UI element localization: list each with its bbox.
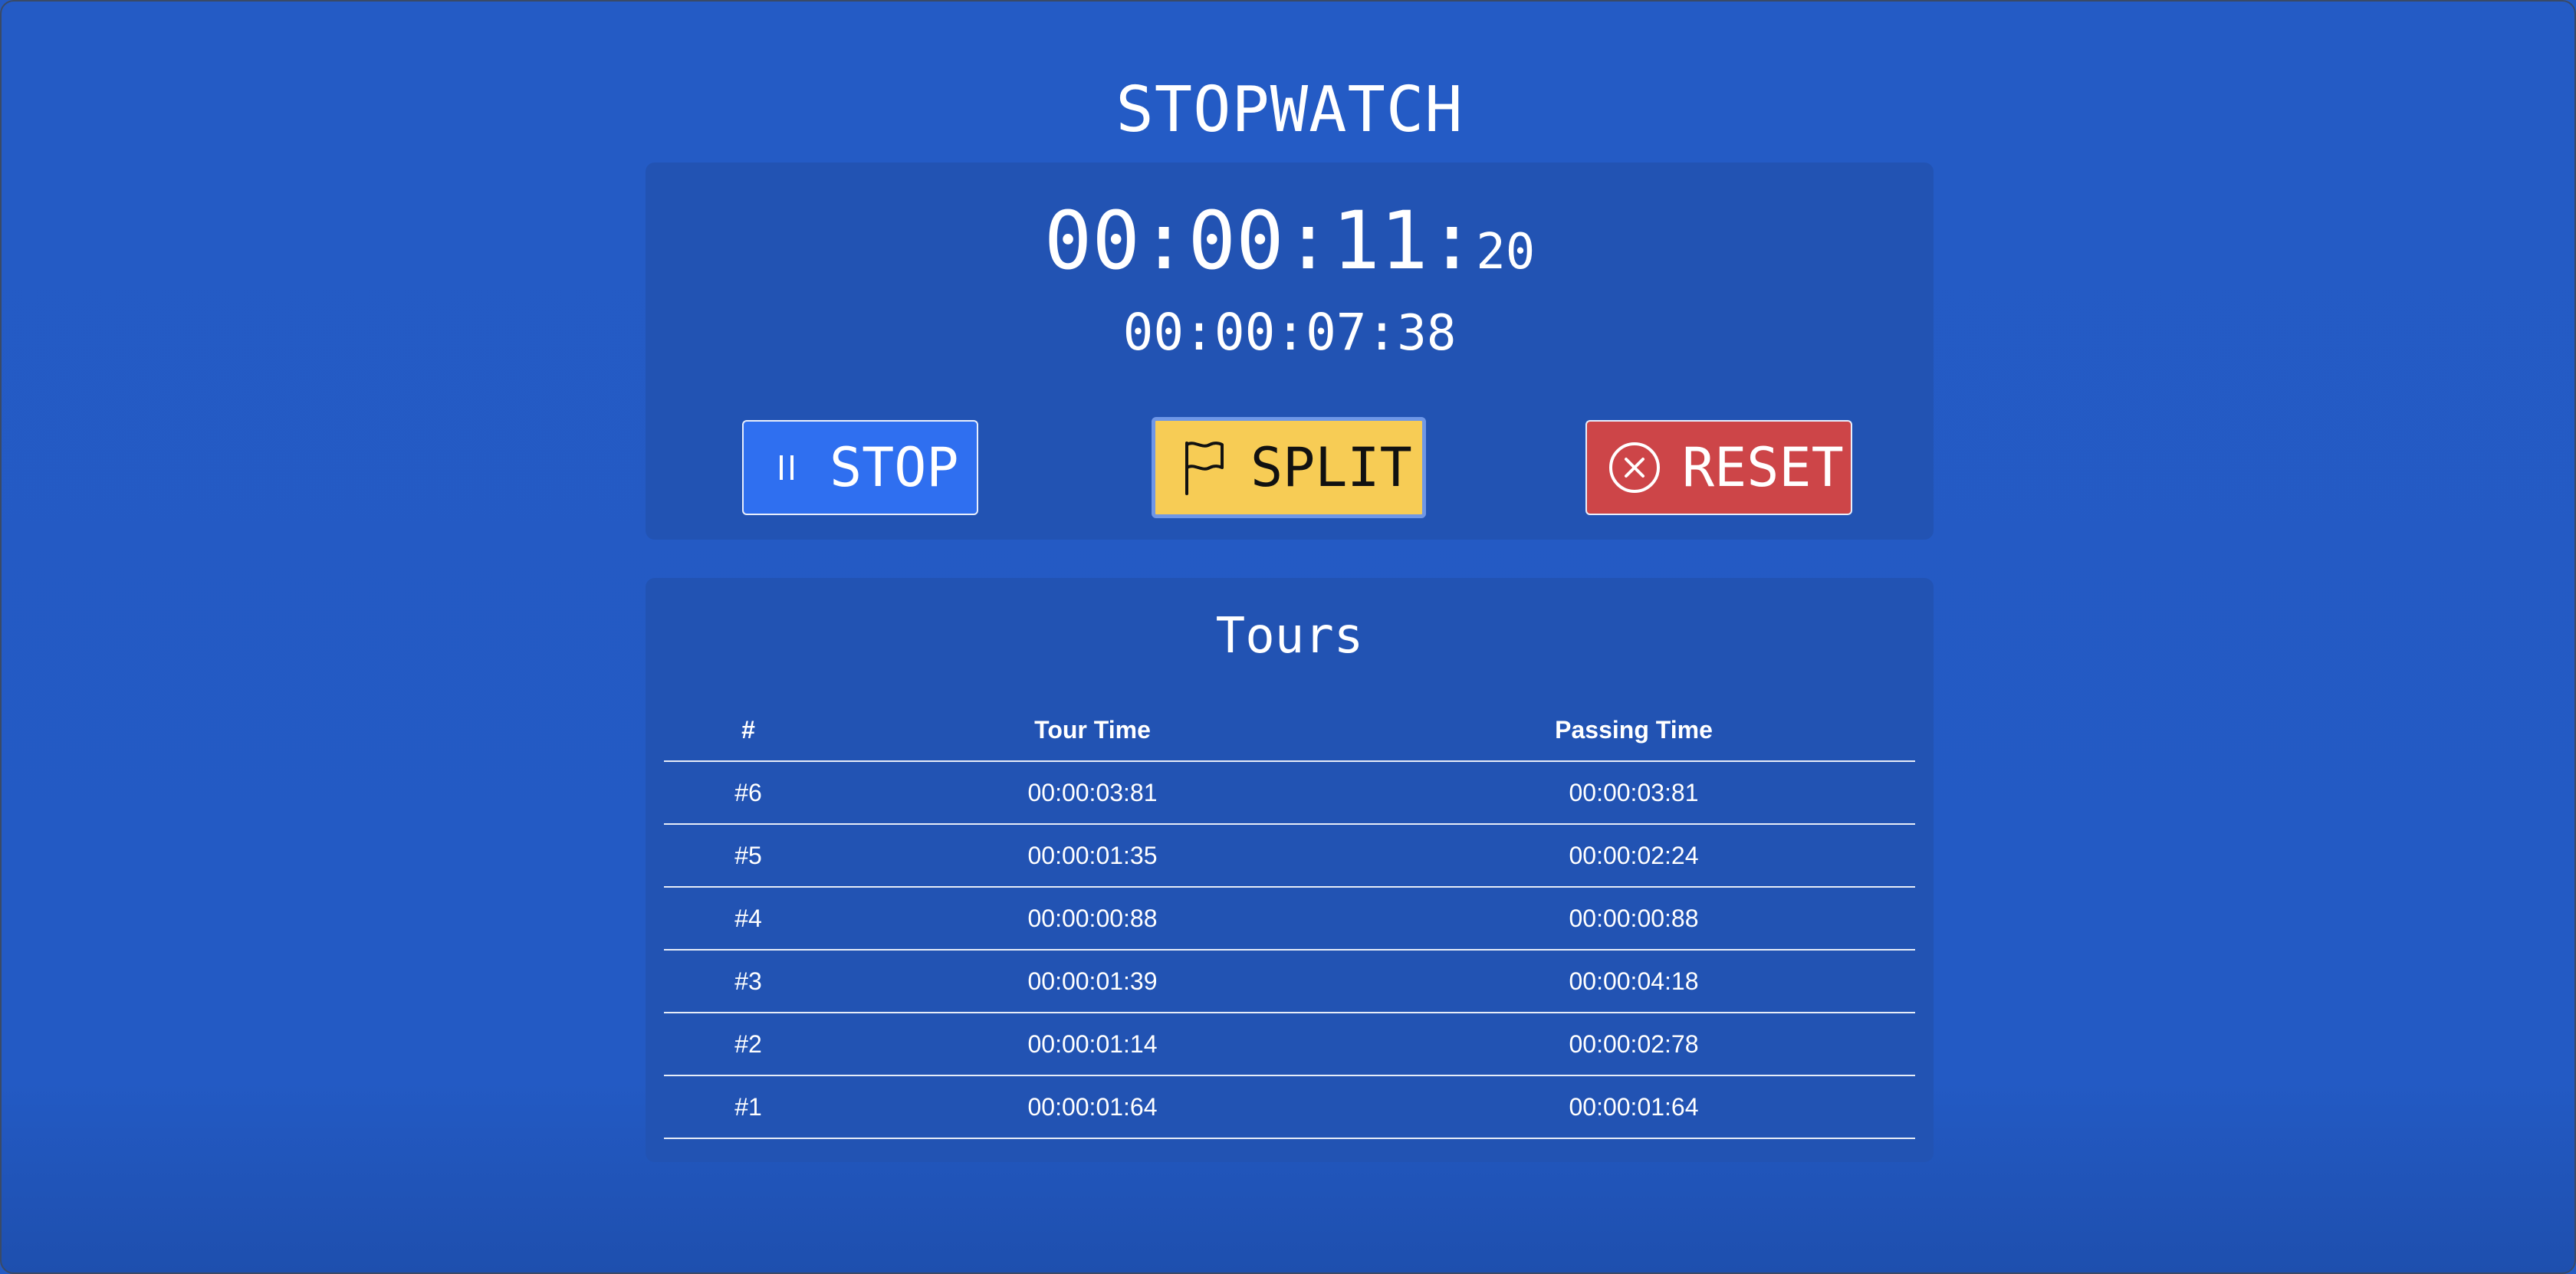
table-row: #6 00:00:03:81 00:00:03:81	[664, 761, 1915, 825]
passing-time: 00:00:02:78	[1352, 1013, 1915, 1076]
main-timer-ms: 20	[1476, 224, 1536, 281]
reset-button-label: RESET	[1682, 436, 1844, 499]
split-timer-ms: 38	[1397, 305, 1457, 362]
tour-number: #2	[664, 1013, 833, 1076]
tour-number: #4	[664, 887, 833, 951]
table-header-row: # Tour Time Passing Time	[664, 699, 1915, 762]
column-header-number: #	[664, 699, 833, 762]
main-timer-value: 00:00:11:	[1043, 194, 1477, 287]
table-row: #5 00:00:01:35 00:00:02:24	[664, 824, 1915, 888]
tour-time: 00:00:01:64	[833, 1075, 1352, 1139]
tours-table: # Tour Time Passing Time #6 00:00:03:81 …	[664, 699, 1915, 1139]
app-window: STOPWATCH 00:00:11:20 00:00:07:38 STOP S…	[0, 0, 2576, 1274]
tour-number: #5	[664, 824, 833, 888]
tours-heading: Tours	[1215, 608, 1364, 665]
table-row: #2 00:00:01:14 00:00:02:78	[664, 1013, 1915, 1076]
tour-number: #3	[664, 950, 833, 1013]
column-header-passing-time: Passing Time	[1352, 699, 1915, 762]
table-row: #1 00:00:01:64 00:00:01:64	[664, 1075, 1915, 1139]
passing-time: 00:00:04:18	[1352, 950, 1915, 1013]
table-row: #4 00:00:00:88 00:00:00:88	[664, 887, 1915, 951]
passing-time: 00:00:03:81	[1352, 761, 1915, 825]
stop-button-label: STOP	[830, 436, 959, 499]
split-button[interactable]: SPLIT	[1152, 417, 1426, 518]
split-button-label: SPLIT	[1250, 436, 1412, 499]
table-row: #3 00:00:01:39 00:00:04:18	[664, 950, 1915, 1013]
page-title: STOPWATCH	[1116, 74, 1464, 146]
split-timer-display: 00:00:07:38	[2, 302, 2574, 364]
tour-time: 00:00:01:35	[833, 824, 1352, 888]
tour-time: 00:00:03:81	[833, 761, 1352, 825]
main-timer-display: 00:00:11:20	[2, 194, 2574, 298]
tour-number: #6	[664, 761, 833, 825]
tour-time: 00:00:01:14	[833, 1013, 1352, 1076]
passing-time: 00:00:01:64	[1352, 1075, 1915, 1139]
reset-button[interactable]: RESET	[1585, 420, 1852, 515]
tour-time: 00:00:01:39	[833, 950, 1352, 1013]
split-timer-value: 00:00:07:	[1122, 303, 1398, 362]
pause-icon	[744, 445, 830, 491]
passing-time: 00:00:02:24	[1352, 824, 1915, 888]
stop-button[interactable]: STOP	[742, 420, 978, 515]
flag-icon	[1155, 438, 1250, 497]
column-header-tour-time: Tour Time	[833, 699, 1352, 762]
tour-time: 00:00:00:88	[833, 887, 1352, 951]
tour-number: #1	[664, 1075, 833, 1139]
circle-x-icon	[1587, 440, 1682, 495]
passing-time: 00:00:00:88	[1352, 887, 1915, 951]
